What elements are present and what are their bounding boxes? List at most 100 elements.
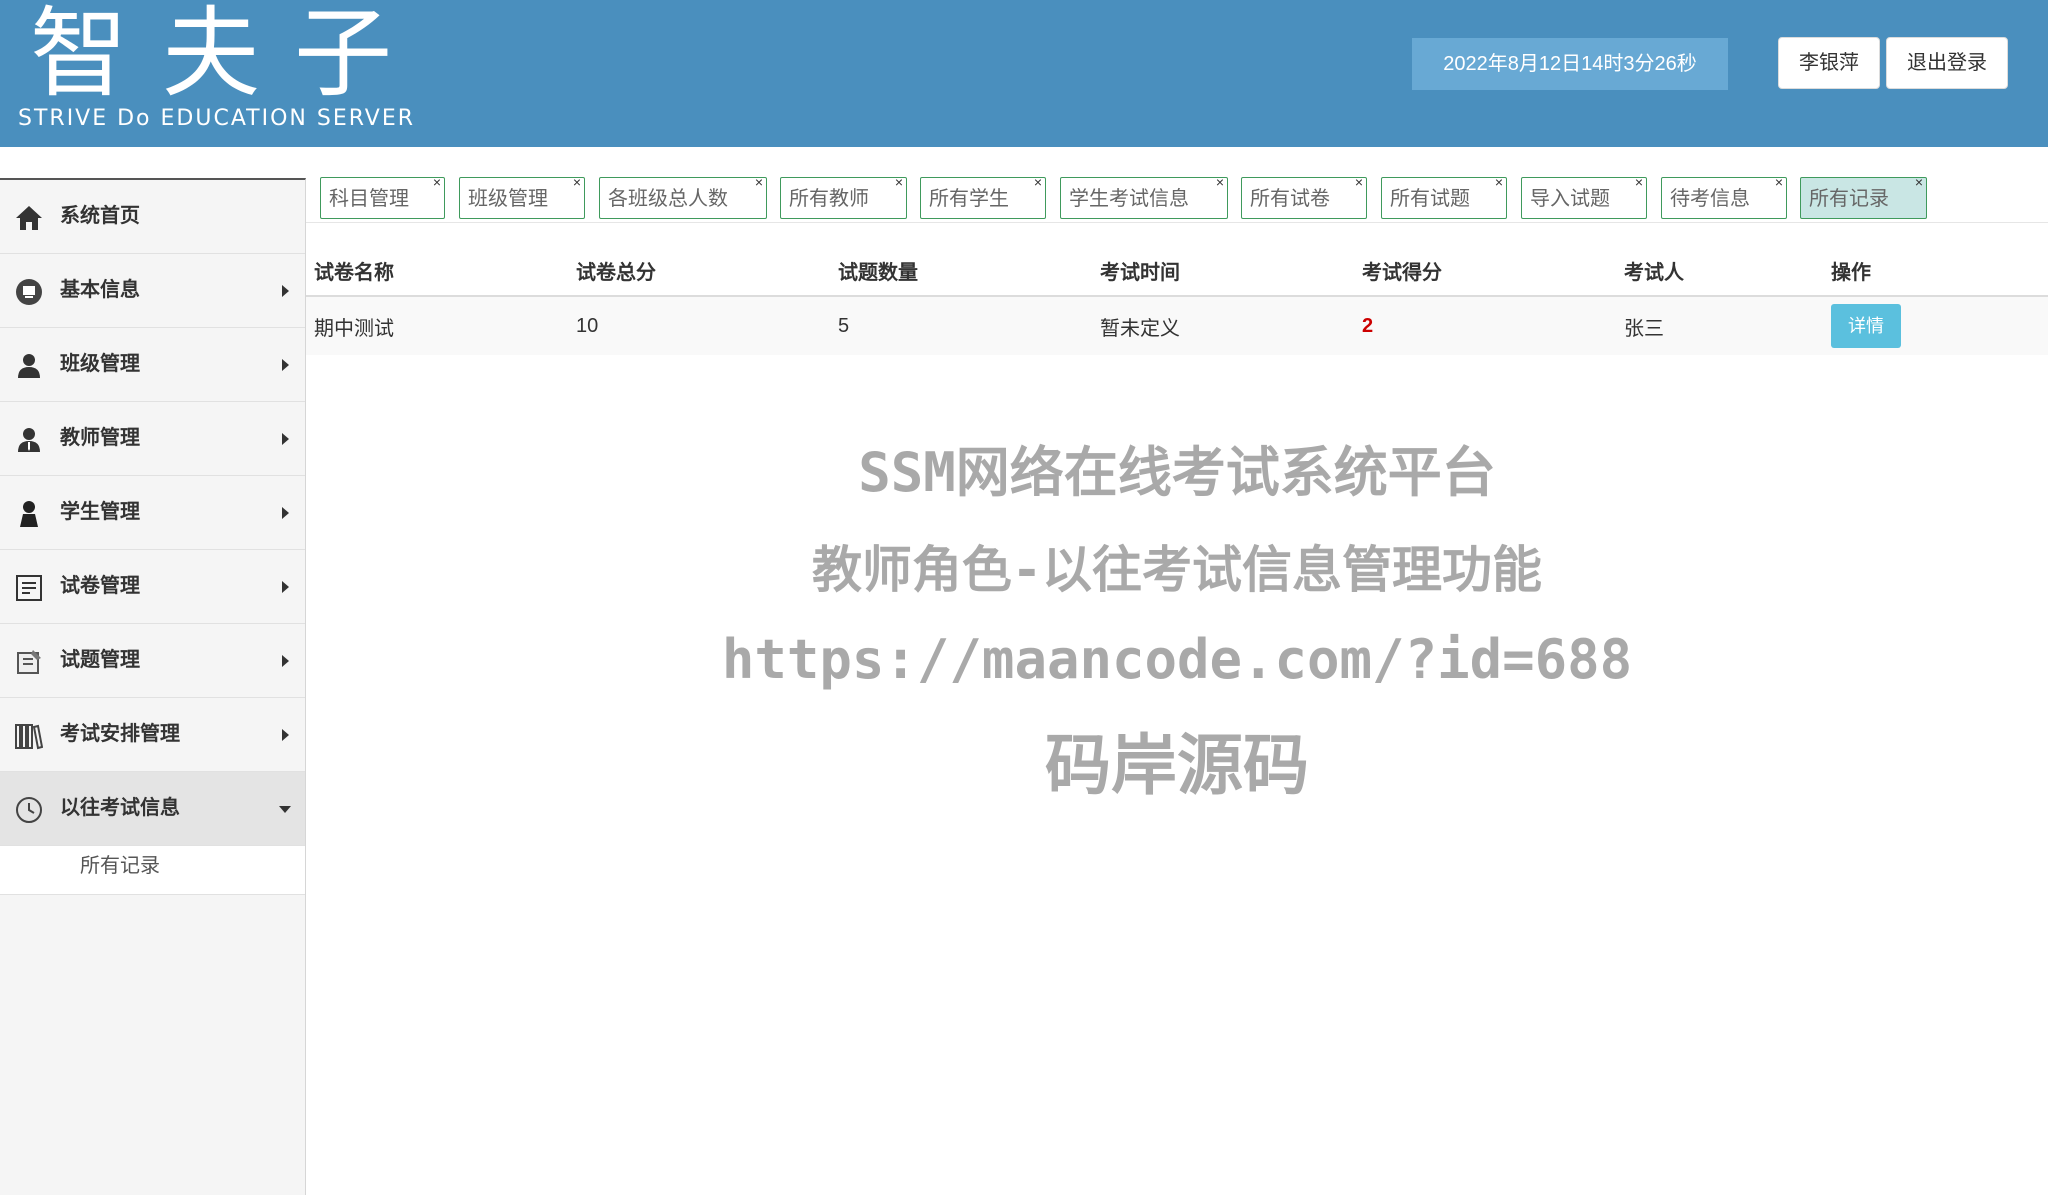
sidebar-item-home[interactable]: 系统首页	[0, 180, 305, 254]
teacher-icon	[15, 426, 43, 454]
column-header-exam-time: 考试时间	[1092, 245, 1354, 297]
close-icon[interactable]: ×	[1775, 170, 1783, 194]
tab-class-totals[interactable]: 各班级总人数 ×	[599, 174, 767, 219]
chevron-down-icon	[279, 806, 291, 813]
sidebar-item-label: 班级管理	[60, 353, 140, 375]
tab-label: 待考信息	[1670, 188, 1750, 210]
cell-total-score: 10	[568, 296, 830, 355]
books-icon	[15, 722, 43, 750]
column-header-total-score: 试卷总分	[568, 245, 830, 297]
close-icon[interactable]: ×	[755, 170, 763, 194]
sidebar-item-teacher[interactable]: 教师管理	[0, 402, 305, 476]
tab-all-questions[interactable]: 所有试题 ×	[1381, 174, 1507, 219]
top-header: 智夫子 STRIVE Do EDUCATION SERVER 2022年8月12…	[0, 0, 2048, 147]
chevron-right-icon	[282, 655, 289, 667]
close-icon[interactable]: ×	[433, 170, 441, 194]
detail-button[interactable]: 详情	[1831, 304, 1901, 348]
tab-label: 所有教师	[789, 188, 869, 210]
score-value: 2	[1362, 314, 1374, 337]
tab-label: 学生考试信息	[1069, 188, 1189, 210]
chevron-right-icon	[282, 359, 289, 371]
user-button[interactable]: 李银萍	[1778, 37, 1880, 89]
tab-label: 所有试题	[1390, 188, 1470, 210]
sidebar-item-label: 学生管理	[60, 501, 140, 523]
tab-label: 班级管理	[468, 188, 548, 210]
logo-subtitle: STRIVE Do EDUCATION SERVER	[18, 106, 416, 131]
tab-import-questions[interactable]: 导入试题 ×	[1521, 174, 1647, 219]
column-header-examinee: 考试人	[1616, 245, 1823, 297]
chevron-right-icon	[282, 433, 289, 445]
chevron-right-icon	[282, 581, 289, 593]
table-header-row: 试卷名称 试卷总分 试题数量 考试时间 考试得分 考试人 操作	[306, 245, 2048, 297]
tab-all-records[interactable]: 所有记录 ×	[1800, 174, 1927, 219]
tab-pending-exams[interactable]: 待考信息 ×	[1661, 174, 1787, 219]
sidebar-item-student[interactable]: 学生管理	[0, 476, 305, 550]
monitor-icon	[15, 278, 43, 306]
column-header-question-count: 试题数量	[830, 245, 1092, 297]
tab-all-teachers[interactable]: 所有教师 ×	[780, 174, 907, 219]
close-icon[interactable]: ×	[1635, 170, 1643, 194]
cell-exam-score: 2	[1354, 296, 1616, 355]
tab-all-papers[interactable]: 所有试卷 ×	[1241, 174, 1367, 219]
sidebar-item-basic-info[interactable]: 基本信息	[0, 254, 305, 328]
student-icon	[15, 500, 43, 528]
tab-label: 所有学生	[929, 188, 1009, 210]
sidebar: 系统首页 基本信息 班级管理 教师管理 学生管理 试卷管理 试题管理 考试安排管…	[0, 178, 306, 1195]
sidebar-item-exam-schedule[interactable]: 考试安排管理	[0, 698, 305, 772]
logout-button[interactable]: 退出登录	[1886, 37, 2008, 89]
sidebar-item-label: 系统首页	[60, 205, 140, 227]
chevron-right-icon	[282, 729, 289, 741]
watermark-brand: 码岸源码	[1045, 727, 1309, 804]
question-icon	[15, 648, 43, 676]
close-icon[interactable]: ×	[895, 170, 903, 194]
sidebar-item-label: 考试安排管理	[60, 723, 180, 745]
tab-label: 所有记录	[1809, 188, 1889, 210]
column-header-action: 操作	[1823, 245, 2048, 297]
home-icon	[15, 204, 43, 232]
tab-student-exam-info[interactable]: 学生考试信息 ×	[1060, 174, 1228, 219]
cell-exam-time: 暂未定义	[1092, 296, 1354, 355]
tab-label: 导入试题	[1530, 188, 1610, 210]
tab-class-management[interactable]: 班级管理 ×	[459, 174, 585, 219]
logo-title: 智夫子	[30, 0, 427, 111]
close-icon[interactable]: ×	[1915, 170, 1923, 194]
exam-records-table: 试卷名称 试卷总分 试题数量 考试时间 考试得分 考试人 操作 期中测试 10 …	[306, 245, 2048, 355]
sidebar-item-paper[interactable]: 试卷管理	[0, 550, 305, 624]
sidebar-item-question[interactable]: 试题管理	[0, 624, 305, 698]
tab-all-students[interactable]: 所有学生 ×	[920, 174, 1046, 219]
sidebar-item-label: 基本信息	[60, 279, 140, 301]
sidebar-item-label: 试题管理	[60, 649, 140, 671]
tab-subject-management[interactable]: 科目管理 ×	[320, 174, 445, 219]
cell-question-count: 5	[830, 296, 1092, 355]
cell-action: 详情	[1823, 296, 2048, 355]
close-icon[interactable]: ×	[1034, 170, 1042, 194]
sidebar-item-label: 以往考试信息	[60, 797, 180, 819]
sidebar-item-label: 试卷管理	[60, 575, 140, 597]
column-header-exam-score: 考试得分	[1354, 245, 1616, 297]
watermark-title: SSM网络在线考试系统平台	[858, 441, 1496, 504]
watermark-url: https://maancode.com/?id=688	[721, 628, 1633, 691]
sidebar-item-class[interactable]: 班级管理	[0, 328, 305, 402]
sidebar-item-label: 教师管理	[60, 427, 140, 449]
tab-bar: 科目管理 × 班级管理 × 各班级总人数 × 所有教师 × 所有学生 × 学生考…	[306, 170, 2048, 223]
tab-label: 各班级总人数	[608, 188, 728, 210]
clock-icon	[15, 796, 43, 824]
watermark-subtitle: 教师角色-以往考试信息管理功能	[811, 541, 1543, 599]
cell-examinee: 张三	[1616, 296, 1823, 355]
sidebar-item-past-exams[interactable]: 以往考试信息	[0, 772, 305, 846]
close-icon[interactable]: ×	[1495, 170, 1503, 194]
tab-label: 科目管理	[329, 188, 409, 210]
close-icon[interactable]: ×	[1216, 170, 1224, 194]
chevron-right-icon	[282, 285, 289, 297]
chevron-right-icon	[282, 507, 289, 519]
column-header-paper-name: 试卷名称	[306, 245, 568, 297]
close-icon[interactable]: ×	[1355, 170, 1363, 194]
current-datetime: 2022年8月12日14时3分26秒	[1412, 38, 1728, 90]
cell-paper-name: 期中测试	[306, 296, 568, 355]
sidebar-subitem-all-records[interactable]: 所有记录	[0, 846, 305, 895]
users-icon	[15, 352, 43, 380]
table-row: 期中测试 10 5 暂未定义 2 张三 详情	[306, 296, 2048, 355]
paper-icon	[15, 574, 43, 602]
close-icon[interactable]: ×	[573, 170, 581, 194]
tab-label: 所有试卷	[1250, 188, 1330, 210]
